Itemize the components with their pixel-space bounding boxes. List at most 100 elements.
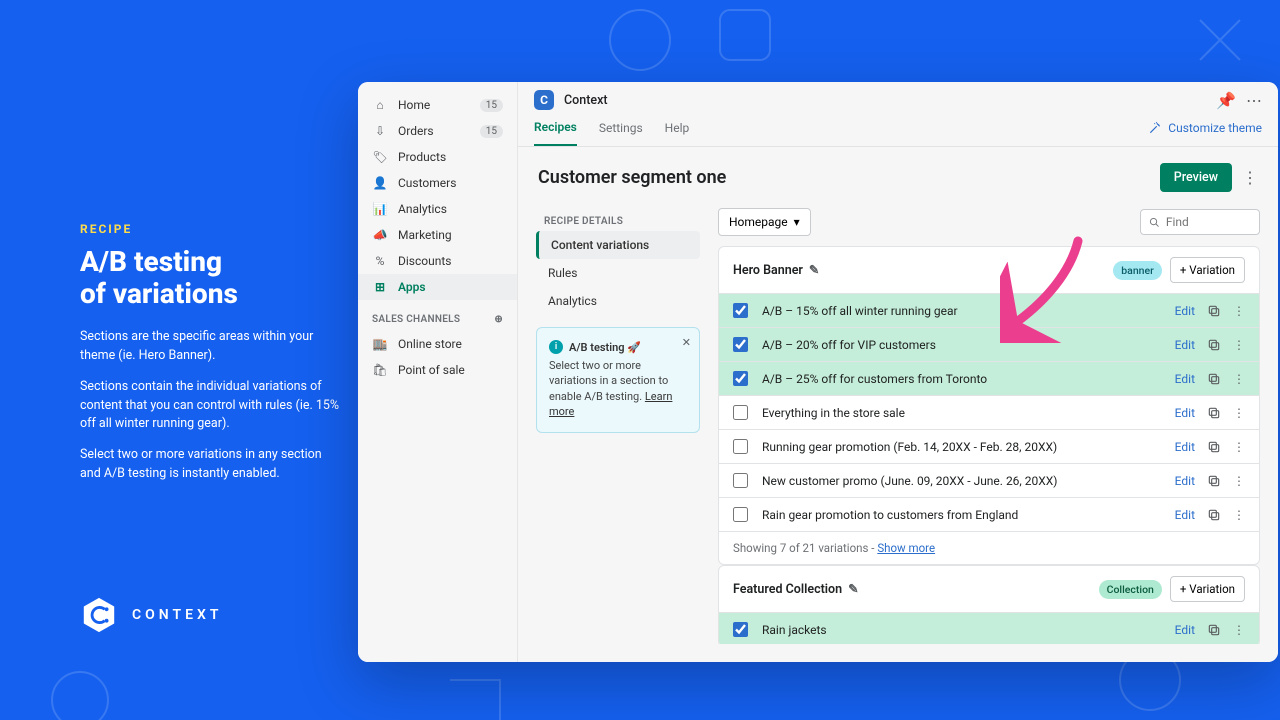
variation-label: A/B – 25% off for customers from Toronto [762,372,1175,386]
variation-checkbox[interactable] [733,622,748,637]
variation-checkbox[interactable] [733,507,748,522]
row-more-icon[interactable]: ⋮ [1233,623,1245,637]
variation-label: Everything in the store sale [762,406,1175,420]
orders-icon: ⇩ [372,123,388,139]
sidebar-item-orders[interactable]: ⇩Orders15 [358,118,517,144]
ab-testing-info-card: ✕ i A/B testing 🚀 Select two or more var… [536,327,700,433]
variation-row: Running gear promotion (Feb. 14, 20XX - … [719,429,1259,463]
variation-label: Rain jackets [762,623,1175,637]
more-icon[interactable]: ⋯ [1246,91,1262,110]
details-analytics[interactable]: Analytics [536,287,700,315]
add-channel-icon[interactable]: ⊕ [494,314,503,325]
customize-theme-link[interactable]: Customize theme [1148,121,1262,135]
analytics-icon: 📊 [372,201,388,217]
variation-checkbox[interactable] [733,371,748,386]
sidebar-item-marketing[interactable]: 📣Marketing [358,222,517,248]
tab-settings[interactable]: Settings [599,111,643,145]
page-header: Customer segment one Preview ⋮ [518,147,1278,208]
promo-title: A/B testing of variations [80,246,340,310]
variation-row: A/B – 15% off all winter running gear Ed… [719,293,1259,327]
sidebar-item-discounts[interactable]: %Discounts [358,248,517,274]
row-more-icon[interactable]: ⋮ [1233,508,1245,522]
close-icon[interactable]: ✕ [682,336,691,349]
sales-channels-header: SALES CHANNELS ⊕ [358,300,517,331]
app-name: Context [564,93,1206,108]
variation-row: A/B – 25% off for customers from Toronto… [719,361,1259,395]
search-input[interactable] [1140,209,1260,235]
promo-eyebrow: RECIPE [80,222,340,236]
products-icon: 🏷 [372,149,388,165]
variation-row: Rain gear promotion to customers from En… [719,497,1259,531]
chevron-down-icon: ▾ [794,215,800,229]
variation-row: A/B – 20% off for VIP customers Edit ⋮ [719,327,1259,361]
badge: 15 [480,99,503,112]
edit-link[interactable]: Edit [1175,440,1195,454]
sidebar-item-analytics[interactable]: 📊Analytics [358,196,517,222]
apps-icon: ⊞ [372,279,388,295]
copy-icon[interactable] [1207,338,1221,352]
variation-checkbox[interactable] [733,405,748,420]
section-hero-banner: Hero Banner ✎ banner + Variation A/B – 1… [718,246,1260,565]
pencil-icon[interactable]: ✎ [848,581,858,597]
sidebar-item-apps[interactable]: ⊞Apps [358,274,517,300]
channel-point-of-sale[interactable]: 🛍Point of sale [358,357,517,383]
row-more-icon[interactable]: ⋮ [1233,338,1245,352]
edit-link[interactable]: Edit [1175,474,1195,488]
copy-icon[interactable] [1207,623,1221,637]
edit-link[interactable]: Edit [1175,372,1195,386]
copy-icon[interactable] [1207,304,1221,318]
info-icon: i [549,340,563,354]
edit-link[interactable]: Edit [1175,623,1195,637]
row-more-icon[interactable]: ⋮ [1233,304,1245,318]
add-variation-button[interactable]: + Variation [1170,257,1245,283]
page-title: Customer segment one [538,167,1160,188]
sidebar-item-products[interactable]: 🏷Products [358,144,517,170]
details-content-variations[interactable]: Content variations [536,231,700,259]
edit-link[interactable]: Edit [1175,338,1195,352]
add-variation-button[interactable]: + Variation [1170,576,1245,602]
section-tag: banner [1113,261,1162,280]
variation-checkbox[interactable] [733,303,748,318]
copy-icon[interactable] [1207,406,1221,420]
copy-icon[interactable] [1207,440,1221,454]
copy-icon[interactable] [1207,474,1221,488]
online-store-icon: 🏬 [372,336,388,352]
details-rules[interactable]: Rules [536,259,700,287]
tab-help[interactable]: Help [665,111,690,145]
channel-online-store[interactable]: 🏬Online store [358,331,517,357]
row-more-icon[interactable]: ⋮ [1233,372,1245,386]
edit-link[interactable]: Edit [1175,508,1195,522]
edit-link[interactable]: Edit [1175,304,1195,318]
variation-checkbox[interactable] [733,337,748,352]
pencil-icon[interactable]: ✎ [809,262,819,278]
tab-recipes[interactable]: Recipes [534,110,577,146]
row-more-icon[interactable]: ⋮ [1233,406,1245,420]
section-footer: Showing 7 of 21 variations - Show more [719,531,1259,564]
variation-label: Rain gear promotion to customers from En… [762,508,1175,522]
page-more-icon[interactable]: ⋮ [1242,168,1258,187]
page-selector-dropdown[interactable]: Homepage ▾ [718,208,811,236]
variations-panel: Homepage ▾ Hero Banner ✎ banner + Variat… [718,208,1260,644]
marketing-icon: 📣 [372,227,388,243]
show-more-link[interactable]: Show more [877,541,935,555]
variation-row: Everything in the store sale Edit ⋮ [719,395,1259,429]
promo-body: Sections are the specific areas within y… [80,328,340,483]
variation-row: Rain jackets Edit ⋮ [719,612,1259,644]
edit-link[interactable]: Edit [1175,406,1195,420]
customers-icon: 👤 [372,175,388,191]
sidebar-item-home[interactable]: ⌂Home15 [358,92,517,118]
badge: 15 [480,125,503,138]
variation-checkbox[interactable] [733,473,748,488]
preview-button[interactable]: Preview [1160,163,1232,192]
app-window: ⌂Home15⇩Orders15🏷Products👤Customers📊Anal… [358,82,1278,662]
row-more-icon[interactable]: ⋮ [1233,474,1245,488]
search-icon [1149,216,1160,229]
home-icon: ⌂ [372,97,388,113]
row-more-icon[interactable]: ⋮ [1233,440,1245,454]
variation-label: A/B – 15% off all winter running gear [762,304,1175,318]
copy-icon[interactable] [1207,508,1221,522]
variation-checkbox[interactable] [733,439,748,454]
copy-icon[interactable] [1207,372,1221,386]
sidebar-item-customers[interactable]: 👤Customers [358,170,517,196]
pin-icon[interactable]: 📌 [1216,91,1236,110]
